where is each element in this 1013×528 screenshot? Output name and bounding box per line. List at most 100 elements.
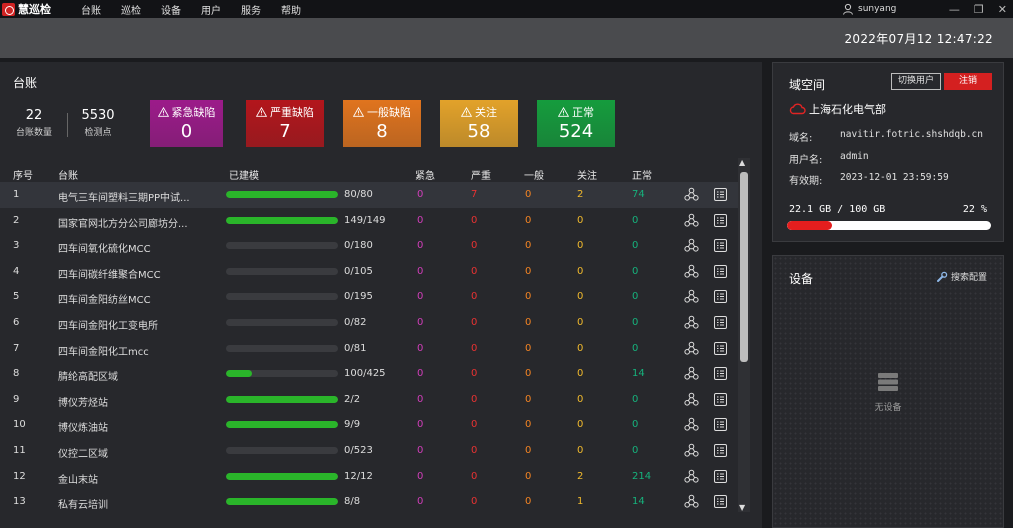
detail-list-icon[interactable] xyxy=(713,264,728,279)
table-row[interactable]: 10 博仪炼油站 9/9 0 0 0 0 0 xyxy=(0,412,738,438)
card-urgent[interactable]: 紧急缺陷 0 xyxy=(150,100,223,147)
card-value: 524 xyxy=(558,121,594,142)
table-row[interactable]: 5 四车间金阳纺丝MCC 0/195 0 0 0 0 0 xyxy=(0,284,738,310)
scroll-down-icon[interactable]: ▼ xyxy=(739,503,745,512)
table-header: 序号 台账 已建模 紧急 严重 一般 关注 正常 xyxy=(0,165,738,182)
menu-bar: 慧巡检 台账 巡检 设备 用户 服务 帮助 sunyang — ❐ ✕ xyxy=(0,0,1013,18)
detail-list-icon[interactable] xyxy=(713,187,728,202)
menu-user[interactable]: 用户 xyxy=(201,2,221,17)
scroll-up-icon[interactable]: ▲ xyxy=(739,158,745,167)
card-general[interactable]: 一般缺陷 8 xyxy=(343,100,421,147)
detail-list-icon[interactable] xyxy=(713,469,728,484)
count-general: 0 xyxy=(525,419,532,431)
menu-ledger[interactable]: 台账 xyxy=(81,2,101,17)
menu-help[interactable]: 帮助 xyxy=(281,2,301,17)
row-ledger-name: 金山末站 xyxy=(58,474,98,486)
model-3d-icon[interactable] xyxy=(684,315,699,330)
devices-title: 设备 xyxy=(789,272,814,286)
model-3d-icon[interactable] xyxy=(684,366,699,381)
wrench-icon xyxy=(936,271,948,282)
modeled-progress-fill xyxy=(226,421,338,429)
header-normal: 正常 xyxy=(632,171,652,182)
username-value: admin xyxy=(840,151,869,162)
table-row[interactable]: 4 四车间碳纤维聚合MCC 0/105 0 0 0 0 0 xyxy=(0,259,738,285)
date-bar: 2022年07月12 12:47:22 xyxy=(0,18,1013,58)
card-attention[interactable]: 关注 58 xyxy=(440,100,518,147)
menu-inspection[interactable]: 巡检 xyxy=(121,2,141,17)
switch-user-button[interactable]: 切换用户 xyxy=(891,73,941,90)
detail-list-icon[interactable] xyxy=(713,238,728,253)
model-3d-icon[interactable] xyxy=(684,392,699,407)
card-normal[interactable]: 正常 524 xyxy=(537,100,615,147)
modeled-progress-bar xyxy=(226,293,338,301)
ledger-title: 台账 xyxy=(13,76,38,90)
count-normal: 0 xyxy=(632,316,639,328)
row-index: 13 xyxy=(13,496,26,508)
detail-list-icon[interactable] xyxy=(713,494,728,509)
detail-list-icon[interactable] xyxy=(713,443,728,458)
detail-list-icon[interactable] xyxy=(713,315,728,330)
row-index: 3 xyxy=(13,240,20,252)
restore-icon[interactable]: ❐ xyxy=(974,3,984,16)
table-row[interactable]: 1 电气三车间塑料三期PP中试... 80/80 0 7 0 2 74 xyxy=(0,182,738,208)
model-3d-icon[interactable] xyxy=(684,494,699,509)
detail-list-icon[interactable] xyxy=(713,289,728,304)
model-3d-icon[interactable] xyxy=(684,187,699,202)
table-row[interactable]: 2 国家官网北方分公司廊坊分... 149/149 0 0 0 0 0 xyxy=(0,208,738,234)
user-menu[interactable]: sunyang xyxy=(842,0,896,18)
search-config-button[interactable]: 搜索配置 xyxy=(936,270,987,283)
detail-list-icon[interactable] xyxy=(713,213,728,228)
detail-list-icon[interactable] xyxy=(713,417,728,432)
card-value: 0 xyxy=(180,121,193,142)
table-scrollbar[interactable]: ▲ ▼ xyxy=(738,158,750,512)
table-row[interactable]: 8 腈纶高配区域 100/425 0 0 0 0 14 xyxy=(0,361,738,387)
table-row[interactable]: 6 四车间金阳化工变电所 0/82 0 0 0 0 0 xyxy=(0,310,738,336)
detail-list-icon[interactable] xyxy=(713,366,728,381)
points-label: 检测点 xyxy=(84,128,112,138)
window-controls: — ❐ ✕ xyxy=(949,0,1007,18)
menu-service[interactable]: 服务 xyxy=(241,2,261,17)
count-attention: 0 xyxy=(577,342,584,354)
minimize-icon[interactable]: — xyxy=(949,3,960,16)
close-icon[interactable]: ✕ xyxy=(998,3,1007,16)
modeled-progress-fill xyxy=(226,472,338,480)
warning-icon xyxy=(256,107,267,117)
count-attention: 0 xyxy=(577,240,584,252)
modeled-progress-bar xyxy=(226,498,338,506)
table-row[interactable]: 13 私有云培训 8/8 0 0 0 1 14 xyxy=(0,489,738,515)
card-severe[interactable]: 严重缺陷 7 xyxy=(246,100,324,147)
count-attention: 0 xyxy=(577,214,584,226)
count-general: 0 xyxy=(525,368,532,380)
model-3d-icon[interactable] xyxy=(684,443,699,458)
detail-list-icon[interactable] xyxy=(713,392,728,407)
table-row[interactable]: 7 四车间金阳化工mcc 0/81 0 0 0 0 0 xyxy=(0,336,738,362)
row-ledger-name: 四车间金阳化工变电所 xyxy=(58,320,158,332)
warning-icon xyxy=(157,107,169,117)
table-row[interactable]: 3 四车间氧化硫化MCC 0/180 0 0 0 0 0 xyxy=(0,233,738,259)
modeled-count: 0/195 xyxy=(344,291,373,303)
model-3d-icon[interactable] xyxy=(684,469,699,484)
model-3d-icon[interactable] xyxy=(684,289,699,304)
expiry-label: 有效期: xyxy=(789,176,823,187)
table-row[interactable]: 12 金山末站 12/12 0 0 0 2 214 xyxy=(0,464,738,490)
detail-list-icon[interactable] xyxy=(713,341,728,356)
menu-device[interactable]: 设备 xyxy=(161,2,181,17)
count-general: 0 xyxy=(525,189,532,200)
count-urgent: 0 xyxy=(417,240,424,252)
count-urgent: 0 xyxy=(417,214,424,226)
model-3d-icon[interactable] xyxy=(684,417,699,432)
model-3d-icon[interactable] xyxy=(684,341,699,356)
row-ledger-name: 电气三车间塑料三期PP中试... xyxy=(58,193,190,204)
table-row[interactable]: 9 博仪芳烃站 2/2 0 0 0 0 0 xyxy=(0,387,738,413)
logo-icon xyxy=(2,2,15,16)
model-3d-icon[interactable] xyxy=(684,264,699,279)
scroll-thumb[interactable] xyxy=(740,172,748,362)
count-attention: 0 xyxy=(577,419,584,431)
warning-icon xyxy=(353,107,364,117)
model-3d-icon[interactable] xyxy=(684,238,699,253)
table-row[interactable]: 11 仪控二区域 0/523 0 0 0 0 0 xyxy=(0,438,738,464)
row-index: 8 xyxy=(13,368,20,380)
model-3d-icon[interactable] xyxy=(684,213,699,228)
ledger-count-value: 22 xyxy=(25,108,43,123)
logout-button[interactable]: 注销 xyxy=(944,73,992,90)
